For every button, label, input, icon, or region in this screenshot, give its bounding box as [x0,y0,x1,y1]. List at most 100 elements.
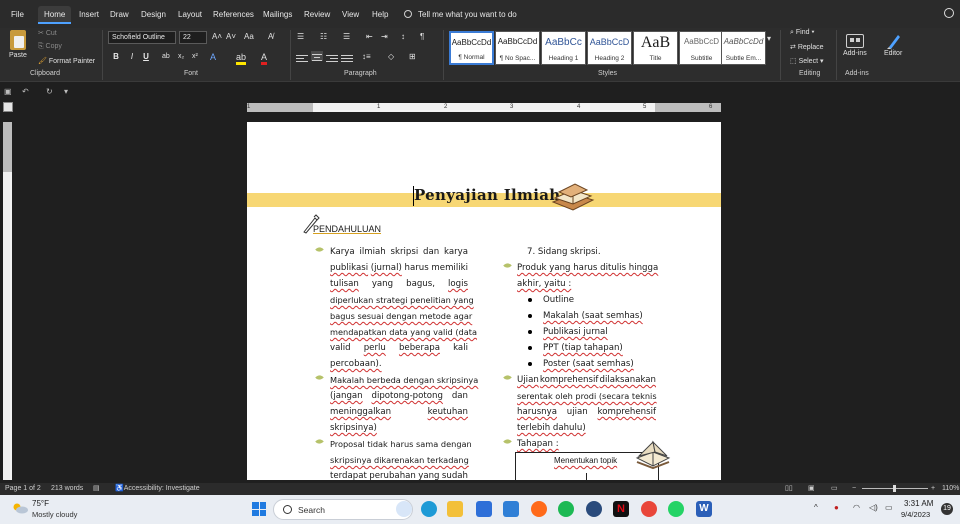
italic-button[interactable]: I [126,51,138,63]
style-heading-2[interactable]: AaBbCcD Heading 2 [587,31,632,65]
zoom-slider-thumb[interactable] [893,485,896,492]
change-case-icon[interactable]: Aa [244,32,254,41]
text-line[interactable]: Ujian komprehensif dilaksanakan [517,372,656,388]
weather-condition[interactable]: Mostly cloudy [32,510,77,519]
save-icon[interactable]: ▣ [4,87,13,96]
accessibility-status[interactable]: ♿ Accessibility: Investigate [115,483,200,495]
word-count[interactable]: 213 words [51,483,83,495]
whatsapp-icon[interactable] [668,501,684,517]
add-ins-button[interactable]: Add-ins [843,50,867,57]
mail-icon[interactable] [503,501,519,517]
vertical-ruler[interactable] [3,122,12,480]
menu-home[interactable]: Home [38,6,72,24]
text-line[interactable]: Tahapan : [517,436,559,452]
underline-button[interactable]: U [140,51,152,63]
paste-icon[interactable] [10,30,26,50]
clock-date[interactable]: 9/4/2023 [901,510,930,519]
horizontal-ruler[interactable]: 1 1 2 3 4 5 6 [247,103,721,112]
document-title[interactable]: Penyajian Ilmiah [412,186,560,206]
zoom-out-icon[interactable]: − [852,483,856,495]
replace-button[interactable]: ⇄ Replace [790,43,824,51]
weather-temperature[interactable]: 75°F [32,499,49,508]
microsoft-store-icon[interactable] [476,501,492,517]
text-line[interactable]: Karya ilmiah skripsi dan karya [330,244,468,260]
web-layout-icon[interactable]: ▭ [831,483,838,495]
menu-review[interactable]: Review [298,6,336,24]
text-line[interactable]: bagus sesuai dengan metode agar [330,308,472,324]
superscript-icon[interactable]: x² [192,53,198,60]
clear-formatting-icon[interactable]: A̸ [268,32,273,41]
bullet-item[interactable]: PPT (tiap tahapan) [543,340,623,356]
notification-badge[interactable]: 19 [941,503,953,515]
document-page[interactable]: Penyajian Ilmiah PENDAHULUAN Karya ilmia… [247,122,721,480]
paste-button[interactable]: Paste [9,52,27,59]
increase-indent-icon[interactable]: ⇥ [381,32,388,41]
borders-icon[interactable]: ⊞ [409,52,416,61]
bullet-item[interactable]: Outline [543,292,574,308]
numbered-item[interactable]: 7. Sidang skripsi. [527,244,601,260]
text-line[interactable]: (jangan dipotong-potong dan [330,388,468,404]
text-line[interactable]: skripsinya dikarenakan terkadang [330,452,469,468]
text-line[interactable]: akhir, yaitu : [517,276,571,292]
numbering-icon[interactable]: ☷ [320,32,327,41]
partly-cloudy-icon[interactable] [12,502,28,514]
text-line[interactable]: publikasi (jurnal) harus memiliki [330,260,468,276]
word-app-icon[interactable]: W [696,501,712,517]
wifi-icon[interactable]: ◠ [853,503,860,512]
find-button[interactable]: ⌕ Find ▾ [790,29,814,37]
strikethrough-icon[interactable]: ab [162,53,170,60]
read-mode-icon[interactable]: ▯▯ [785,483,793,495]
proofing-icon[interactable]: ▤ [93,483,100,495]
bullet-item[interactable]: Makalah (saat semhas) [543,308,643,324]
grow-font-icon[interactable]: A˄ [212,32,222,41]
style-normal[interactable]: AaBbCcDd ¶ Normal [449,31,494,65]
justify-icon[interactable] [341,53,353,63]
style-no-spacing[interactable]: AaBbCcDd ¶ No Spac... [495,31,540,65]
tell-me-search[interactable]: Tell me what you want to do [404,6,517,24]
zoom-in-icon[interactable]: + [931,483,935,495]
menu-mailings[interactable]: Mailings [257,6,298,24]
format-painter-button[interactable]: 🖌 Format Painter [38,57,95,65]
subscript-icon[interactable]: x₂ [178,53,184,60]
bullets-icon[interactable]: ☰ [297,32,304,41]
style-title[interactable]: AaB Title [633,31,678,65]
text-line[interactable]: meninggalkan keutuhan [330,404,468,420]
menu-view[interactable]: View [336,6,365,24]
text-line[interactable]: serentak oleh prodi (secara teknis [517,388,657,404]
select-button[interactable]: ⬚ Select ▾ [790,57,824,65]
zoom-level[interactable]: 110% [942,483,959,495]
text-line[interactable]: diperlukan strategi penelitian yang [330,292,474,308]
text-line[interactable]: tulisan yang bagus, logis [330,276,468,292]
windows-start-icon[interactable] [252,502,266,516]
feedback-smiley-icon[interactable] [944,8,954,18]
add-ins-icon[interactable] [846,34,864,48]
redo-icon[interactable]: ↻ [46,87,55,96]
spotify-icon[interactable] [558,501,574,517]
file-explorer-icon[interactable] [447,501,463,517]
styles-more-icon[interactable]: ▾ [767,34,771,43]
bold-button[interactable]: B [110,51,122,63]
text-line[interactable]: harusnya ujian komprehensif [517,404,656,420]
shrink-font-icon[interactable]: A˅ [226,32,236,41]
sort-icon[interactable]: ↕ [401,32,405,41]
print-layout-icon[interactable]: ▣ [808,483,815,495]
edge-browser-icon[interactable] [421,501,437,517]
show-marks-icon[interactable]: ¶ [420,32,424,41]
copy-button[interactable]: ⎘ Copy [38,43,62,51]
menu-design[interactable]: Design [135,6,172,24]
battery-icon[interactable]: ▭ [885,503,893,512]
bullet-item[interactable]: Poster (saat semhas) [543,356,634,372]
page-count[interactable]: Page 1 of 2 [5,483,41,495]
shading-icon[interactable]: ◇ [388,52,394,61]
zoom-app-icon[interactable] [586,501,602,517]
menu-insert[interactable]: Insert [73,6,105,24]
text-effects-icon[interactable]: A [210,52,216,62]
decrease-indent-icon[interactable]: ⇤ [366,32,373,41]
customize-qat-icon[interactable]: ▾ [64,87,73,96]
menu-draw[interactable]: Draw [104,6,135,24]
text-line[interactable]: Proposal tidak harus sama dengan [330,436,472,452]
netflix-icon[interactable]: N [613,501,629,517]
multilevel-list-icon[interactable]: ☰ [343,32,350,41]
line-spacing-icon[interactable]: ↕≡ [362,52,371,61]
tab-selector[interactable] [3,102,13,112]
